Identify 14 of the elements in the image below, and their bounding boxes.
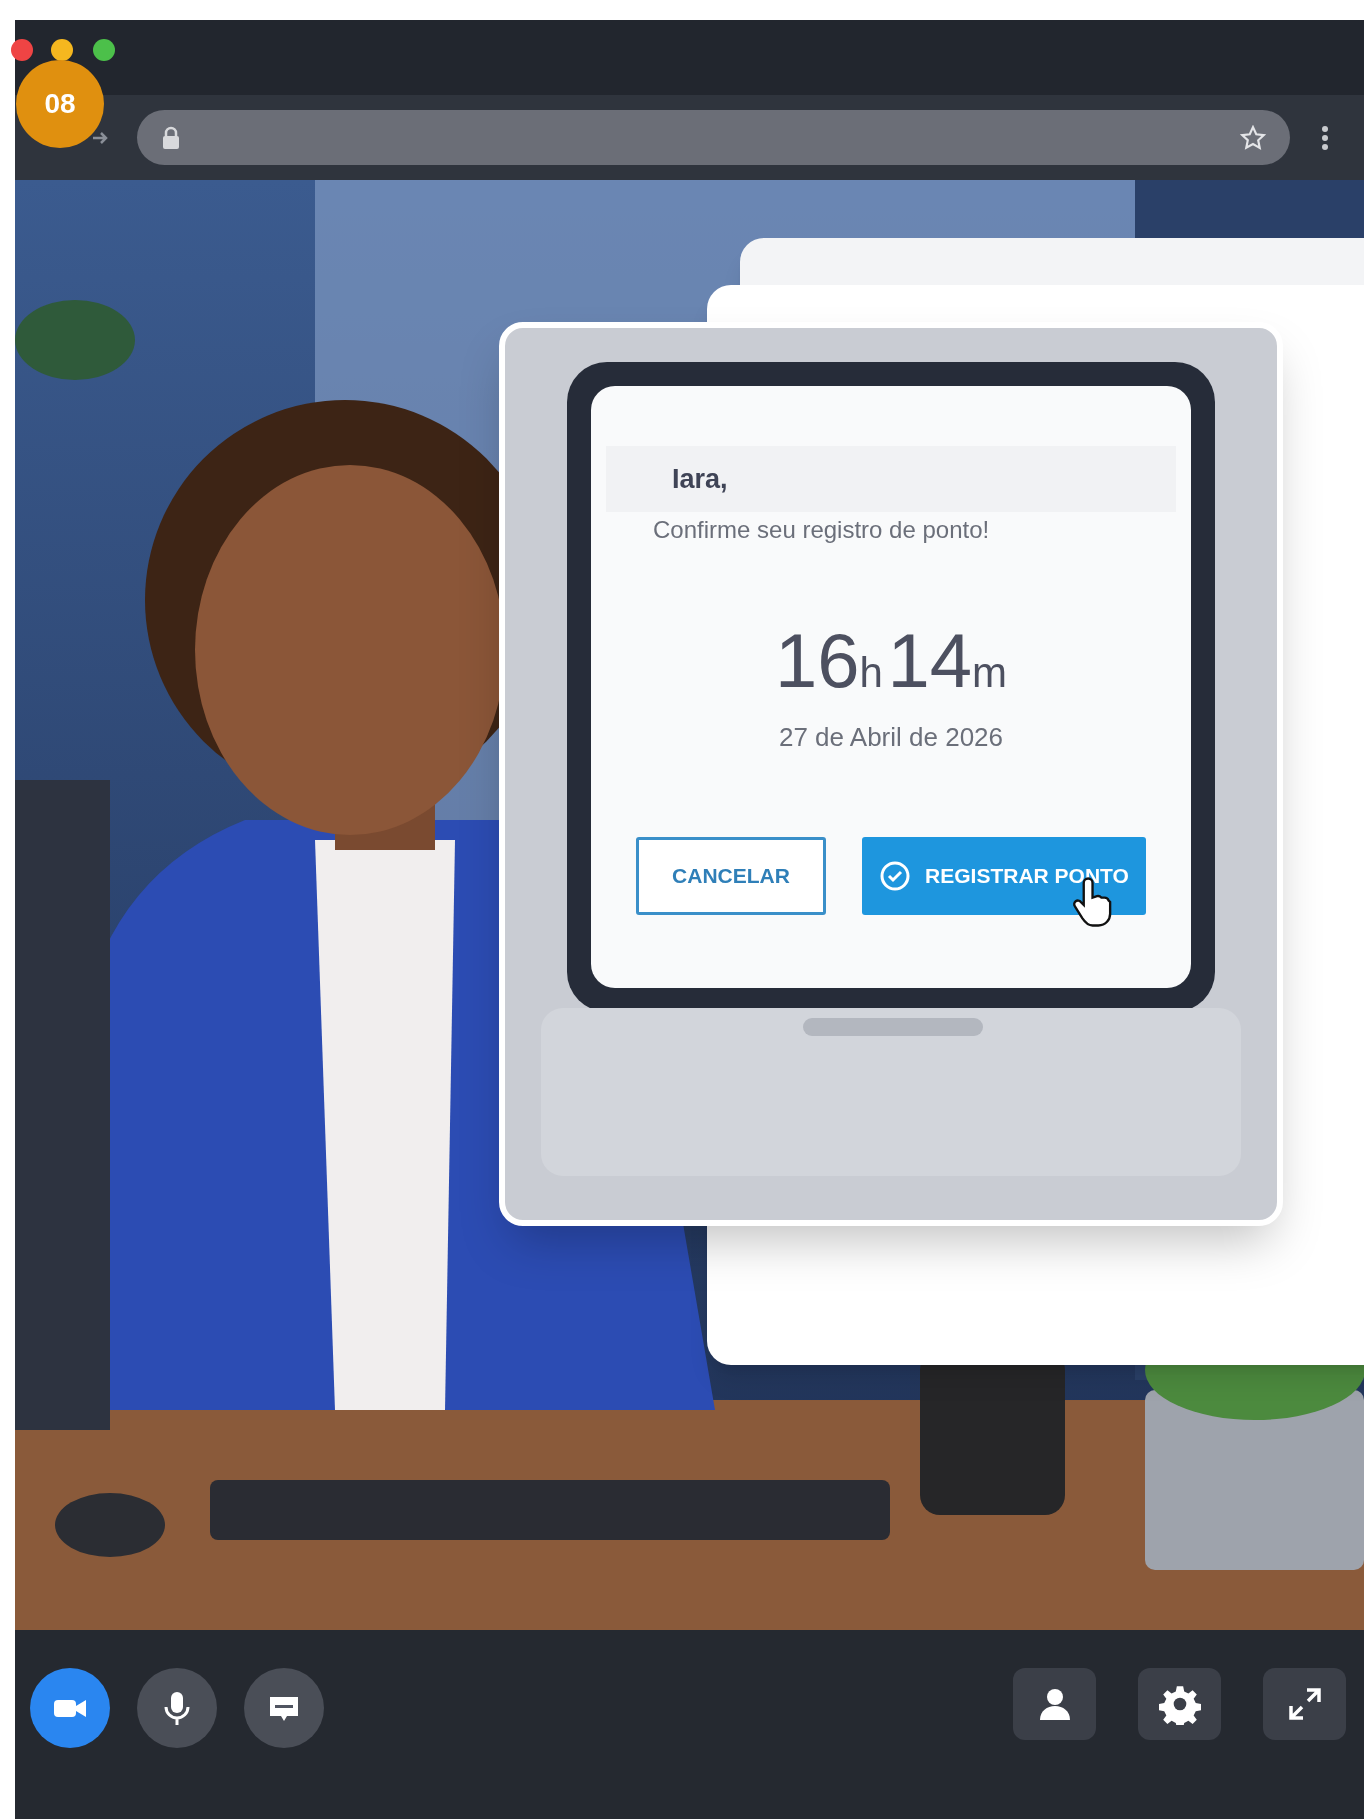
step-badge: 08 [16,60,104,148]
settings-icon [1158,1683,1201,1725]
cancel-button[interactable]: CANCELAR [636,837,826,915]
message-text: Confirme seu registro de ponto! [653,515,990,545]
clock-time: 16h 14m [775,617,1007,705]
greeting-text: Iara, [672,462,728,496]
date-text: 27 de Abril de 2026 [778,721,1004,754]
more-icon[interactable] [1321,125,1329,151]
check-circle-icon [879,860,912,892]
participants-button[interactable] [1013,1668,1096,1740]
lock-icon [161,125,181,150]
star-icon[interactable] [1240,124,1266,151]
settings-button[interactable] [1138,1668,1221,1740]
fullscreen-button[interactable] [1263,1668,1346,1740]
